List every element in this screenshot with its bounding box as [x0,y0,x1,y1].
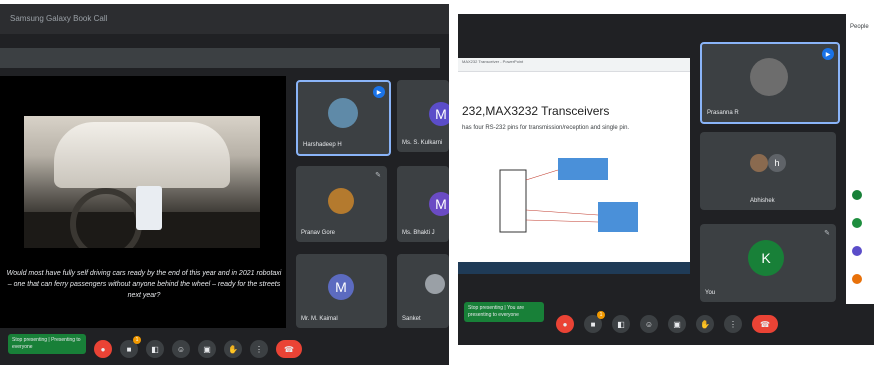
participant-name: Ms. Bhakti J [402,230,435,236]
present-icon[interactable]: ▣ [668,315,686,333]
circuit-diagram [499,158,638,233]
notification-icon[interactable]: ■ 1 [120,336,141,358]
avatar [328,188,354,214]
slide-body: has four RS-232 pins for transmission/re… [462,125,630,131]
participant-name: Pranav Gore [301,230,336,236]
raise-hand-icon[interactable]: ✋ [696,315,714,333]
emoji-icon[interactable]: ☺ [640,315,658,333]
right-meeting-window: MAX232 Transceiver - PowerPoint 232,MAX3… [458,14,874,345]
window-title-bar: Samsung Galaxy Book Call [0,4,449,34]
notification-count: 1 [133,336,141,344]
speaking-indicator-icon: ▶ [373,86,385,98]
pin-icon[interactable]: ✎ [824,229,830,237]
hang-up-icon[interactable]: ☎ [276,340,302,358]
raise-hand-icon[interactable]: ✋ [224,340,242,358]
pin-icon[interactable]: ✎ [375,171,381,179]
avatar [750,58,788,96]
windshield [54,122,230,188]
participant-tile[interactable]: ▶ Harshadeep H [296,80,391,156]
participant-tile[interactable]: ✎ Pranav Gore [296,166,387,242]
mic-off-icon[interactable]: ● [94,340,112,358]
participant-tile[interactable]: M Mr. M. Kaimal [296,254,387,328]
tab-strip [0,48,440,68]
participant-tile[interactable]: M Ms. Bhakti J [397,166,449,242]
people-avatar [852,218,862,228]
windows-taskbar [458,262,690,274]
avatar: M [429,192,449,216]
notification-count: 1 [597,311,605,319]
participant-name: Prasanna R [707,110,739,116]
notification-icon[interactable]: ■ 1 [584,311,605,333]
slide-title: 232,MAX3232 Transceivers [462,104,610,118]
avatar: M [328,274,354,300]
more-icon[interactable]: ⋮ [724,315,742,333]
people-avatar [852,246,862,256]
participant-name: Sanket [402,316,421,322]
participant-tile[interactable]: M Ms. S. Kulkarni [397,80,449,152]
avatar: M [429,102,449,126]
captions-icon[interactable]: ◧ [146,340,164,358]
meeting-controls: ● ■ 1 ◧ ☺ ▣ ✋ ⋮ ☎ [556,309,778,339]
left-meeting-window: Samsung Galaxy Book Call Would most have… [0,4,449,365]
side-panel-title: People [850,24,869,30]
presentation-stage: Would most have fully self driving cars … [0,76,286,328]
center-display [136,186,162,230]
mic-off-icon[interactable]: ● [556,315,574,333]
presenting-banner[interactable]: Stop presenting | Presenting to everyone [8,334,86,354]
participant-name: Harshadeep H [303,142,342,148]
car-interior-image [24,116,260,248]
participant-name: Ms. S. Kulkarni [402,140,443,146]
people-avatar [852,190,862,200]
emoji-icon[interactable]: ☺ [172,340,190,358]
shared-slide: MAX232 Transceiver - PowerPoint 232,MAX3… [458,58,690,274]
people-avatar [852,274,862,284]
participant-tile[interactable]: ✎ K You [700,224,836,302]
avatar [425,274,445,294]
participant-tile[interactable]: h Abhishek [700,132,836,210]
participant-name: You [705,290,716,296]
hang-up-icon[interactable]: ☎ [752,315,778,333]
avatar [328,98,358,128]
avatar [750,154,768,172]
avatar: h [768,154,786,172]
speaking-indicator-icon: ▶ [822,48,834,60]
avatar: K [748,240,784,276]
people-side-panel: People [846,14,874,304]
meeting-controls: ● ■ 1 ◧ ☺ ▣ ✋ ⋮ ☎ [94,334,302,364]
presenting-banner[interactable]: Stop presenting | You are presenting to … [464,302,544,322]
participant-tile[interactable]: Sanket [397,254,449,328]
present-icon[interactable]: ▣ [198,340,216,358]
powerpoint-title-bar: MAX232 Transceiver - PowerPoint [458,58,690,72]
participant-name: Mr. M. Kaimal [301,316,338,322]
participant-tile[interactable]: ▶ Prasanna R [700,42,840,124]
steering-wheel [70,188,142,248]
slide-caption: Would most have fully self driving cars … [6,270,282,299]
captions-icon[interactable]: ◧ [612,315,630,333]
more-icon[interactable]: ⋮ [250,340,268,358]
participant-name: Abhishek [750,198,775,204]
